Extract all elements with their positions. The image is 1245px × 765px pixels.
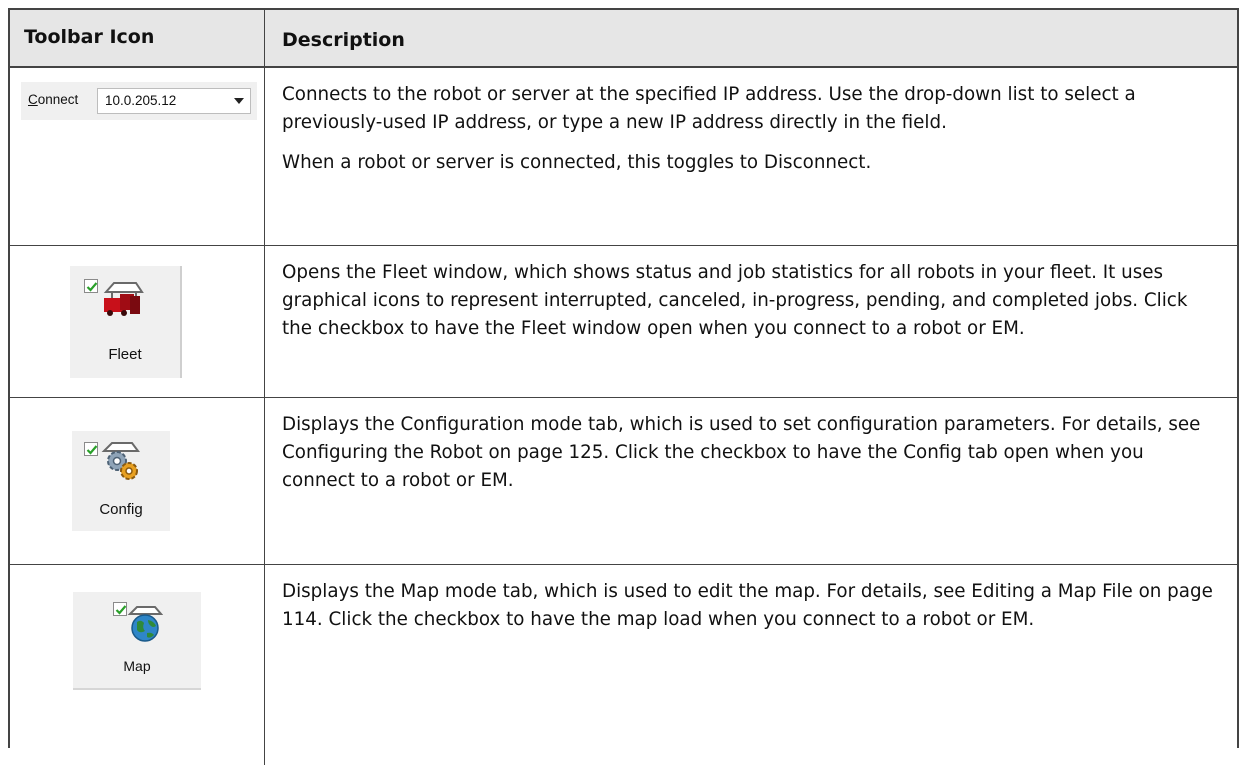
map-globe-icon (127, 606, 163, 642)
checkmark-icon (86, 445, 98, 455)
description-cell: Opens the Fleet window, which shows stat… (266, 246, 1237, 397)
description-paragraph: Displays the Map mode tab, which is used… (282, 581, 1213, 630)
fleet-checkbox[interactable] (84, 279, 98, 293)
toolbar-icon-table: Toolbar Icon Description Connect 10.0.20… (8, 8, 1239, 765)
header-toolbar-icon: Toolbar Icon (10, 10, 265, 66)
map-checkbox[interactable] (113, 602, 127, 616)
icon-cell: Map (10, 565, 265, 765)
table-row-map: Map Displays the Map mode tab, which is … (10, 565, 1237, 765)
table-row-config: Config Displays the Configuration mode t… (10, 398, 1237, 565)
description-paragraph: Opens the Fleet window, which shows stat… (282, 262, 1188, 339)
icon-cell: Connect 10.0.205.12 (10, 68, 265, 245)
table-header-row: Toolbar Icon Description (10, 10, 1237, 68)
config-button-label: Config (99, 501, 143, 518)
description-paragraph: When a robot or server is connected, thi… (282, 152, 872, 173)
ip-address-value: 10.0.205.12 (105, 93, 177, 108)
fleet-robot-icon (103, 282, 144, 316)
description-cell: Connects to the robot or server at the s… (266, 68, 1237, 245)
fleet-toolbar-button[interactable]: Fleet (70, 266, 182, 378)
config-toolbar-button[interactable]: Config (72, 431, 170, 531)
fleet-button-label: Fleet (108, 346, 142, 363)
connect-toolbar-widget: Connect 10.0.205.12 (21, 82, 257, 120)
connect-label-rest: onnect (37, 92, 79, 107)
header-description: Description (282, 29, 405, 51)
checkmark-icon (86, 282, 98, 292)
checkmark-icon (115, 605, 127, 615)
connect-label-accelerator: C (28, 92, 38, 107)
description-cell: Displays the Configuration mode tab, whi… (266, 398, 1237, 564)
description-paragraph: Connects to the robot or server at the s… (282, 84, 1136, 133)
ip-address-dropdown[interactable]: 10.0.205.12 (97, 88, 251, 114)
connect-label[interactable]: Connect (28, 92, 78, 107)
description-paragraph: Displays the Configuration mode tab, whi… (282, 414, 1201, 491)
icon-cell: Config (10, 398, 265, 564)
icon-cell: Fleet (10, 246, 265, 397)
table-row-fleet: Fleet Opens the Fleet window, which show… (10, 246, 1237, 398)
config-gears-icon (101, 442, 140, 480)
config-checkbox[interactable] (84, 442, 98, 456)
dropdown-caret-icon[interactable] (234, 98, 244, 104)
description-cell: Displays the Map mode tab, which is used… (266, 565, 1237, 765)
map-toolbar-button[interactable]: Map (73, 592, 201, 690)
table-row-connect: Connect 10.0.205.12 Connects to the robo… (10, 68, 1237, 246)
map-button-label: Map (123, 658, 151, 674)
